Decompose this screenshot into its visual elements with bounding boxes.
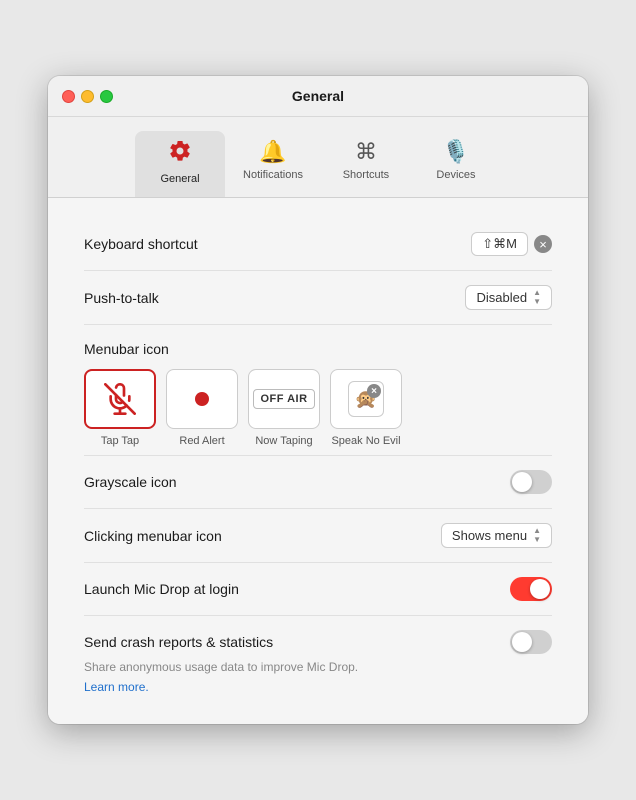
clicking-menubar-stepper[interactable]: Shows menu ▲ ▼ (441, 523, 552, 548)
icon-option-red-alert[interactable]: Red Alert (166, 369, 238, 447)
icon-option-speak-no-evil[interactable]: 🙊 × Speak No Evil (330, 369, 402, 447)
grayscale-icon-toggle[interactable] (510, 470, 552, 494)
content-area: Keyboard shortcut ⇧⌘M Push-to-talk Disab… (48, 198, 588, 724)
bell-icon: 🔔 (259, 139, 286, 165)
push-to-talk-label: Push-to-talk (84, 290, 159, 306)
now-taping-label: Now Taping (255, 435, 312, 447)
grayscale-toggle-knob (512, 472, 532, 492)
tab-shortcuts[interactable]: ⌘ Shortcuts (321, 131, 411, 197)
now-taping-box[interactable]: OFF AIR (248, 369, 320, 429)
icon-options: Tap Tap Red Alert OFF AIR Now Taping (84, 369, 552, 455)
push-to-talk-row: Push-to-talk Disabled ▲ ▼ (84, 271, 552, 325)
shortcut-pill[interactable]: ⇧⌘M (471, 232, 528, 256)
icon-option-tap-tap[interactable]: Tap Tap (84, 369, 156, 447)
tap-tap-label: Tap Tap (101, 435, 139, 447)
menubar-icon-section: Menubar icon Tap Tap (84, 325, 552, 455)
traffic-lights (62, 90, 113, 103)
speak-no-evil-box[interactable]: 🙊 × (330, 369, 402, 429)
tab-shortcuts-label: Shortcuts (343, 169, 389, 181)
launch-toggle-knob (530, 579, 550, 599)
window-title: General (292, 88, 344, 104)
gear-icon (168, 139, 192, 169)
crash-reports-section: Send crash reports & statistics Share an… (84, 616, 552, 696)
push-to-talk-stepper[interactable]: Disabled ▲ ▼ (465, 285, 552, 310)
menubar-icon-title: Menubar icon (84, 325, 552, 369)
tab-general-label: General (160, 173, 199, 185)
learn-more-link[interactable]: Learn more. (84, 680, 149, 694)
keyboard-shortcut-row: Keyboard shortcut ⇧⌘M (84, 218, 552, 271)
keyboard-shortcut-control[interactable]: ⇧⌘M (471, 232, 552, 256)
titlebar: General (48, 76, 588, 117)
menubar-stepper-arrows: ▲ ▼ (533, 527, 541, 544)
tab-devices[interactable]: 🎙️ Devices (411, 131, 501, 197)
launch-at-login-row: Launch Mic Drop at login (84, 563, 552, 616)
tab-devices-label: Devices (436, 169, 475, 181)
maximize-button[interactable] (100, 90, 113, 103)
clicking-menubar-value: Shows menu (452, 528, 527, 543)
stepper-arrows: ▲ ▼ (533, 289, 541, 306)
command-icon: ⌘ (355, 139, 377, 165)
keyboard-shortcut-label: Keyboard shortcut (84, 236, 198, 252)
tab-general[interactable]: General (135, 131, 225, 197)
push-to-talk-value: Disabled (476, 290, 527, 305)
crash-reports-label: Send crash reports & statistics (84, 634, 273, 650)
mic-icon: 🎙️ (442, 139, 469, 165)
speak-emoji-box: 🙊 × (348, 381, 384, 417)
tab-notifications-label: Notifications (243, 169, 303, 181)
grayscale-icon-label: Grayscale icon (84, 474, 177, 490)
red-alert-label: Red Alert (179, 435, 224, 447)
shortcut-clear-button[interactable] (534, 235, 552, 253)
launch-at-login-label: Launch Mic Drop at login (84, 581, 239, 597)
speak-no-evil-label: Speak No Evil (331, 435, 400, 447)
off-air-label: OFF AIR (253, 389, 314, 409)
minimize-button[interactable] (81, 90, 94, 103)
shortcut-value: ⇧⌘M (482, 236, 517, 252)
grayscale-icon-row: Grayscale icon (84, 456, 552, 509)
crash-reports-row: Send crash reports & statistics (84, 630, 552, 660)
clicking-menubar-row: Clicking menubar icon Shows menu ▲ ▼ (84, 509, 552, 563)
icon-option-now-taping[interactable]: OFF AIR Now Taping (248, 369, 320, 447)
crash-reports-description: Share anonymous usage data to improve Mi… (84, 660, 552, 678)
tap-tap-box[interactable] (84, 369, 156, 429)
tab-notifications[interactable]: 🔔 Notifications (225, 131, 321, 197)
crash-reports-toggle[interactable] (510, 630, 552, 654)
close-button[interactable] (62, 90, 75, 103)
tab-bar: General 🔔 Notifications ⌘ Shortcuts 🎙️ D… (48, 117, 588, 198)
clicking-menubar-label: Clicking menubar icon (84, 528, 222, 544)
crash-toggle-knob (512, 632, 532, 652)
app-window: General General 🔔 Notifications ⌘ Shortc… (48, 76, 588, 724)
red-alert-box[interactable] (166, 369, 238, 429)
speak-x-badge: × (367, 384, 381, 398)
launch-at-login-toggle[interactable] (510, 577, 552, 601)
